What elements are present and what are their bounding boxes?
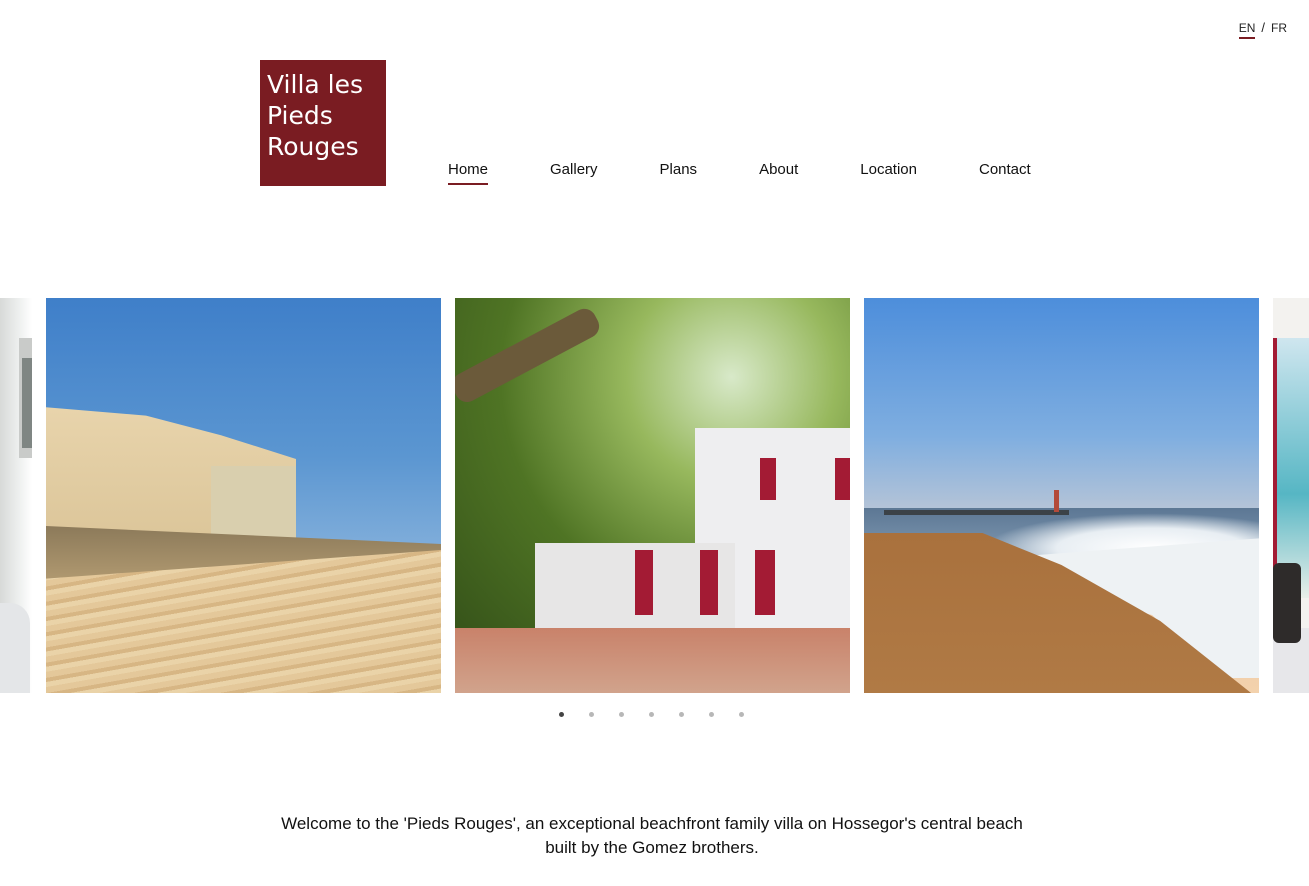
carousel-dot-5[interactable] bbox=[679, 712, 684, 717]
logo-line-3: Rouges bbox=[267, 132, 359, 161]
villa-building-far bbox=[211, 466, 296, 546]
logo-line-2: Pieds bbox=[267, 101, 333, 130]
main-nav: Home Gallery Plans About Location Contac… bbox=[448, 161, 1031, 185]
lang-en-link[interactable]: EN bbox=[1238, 21, 1256, 39]
lang-separator: / bbox=[1261, 20, 1265, 35]
terrace-floor bbox=[455, 628, 850, 693]
carousel-slide-living-room-partial[interactable] bbox=[1273, 298, 1309, 693]
lighthouse bbox=[1054, 490, 1059, 512]
carousel-dot-7[interactable] bbox=[739, 712, 744, 717]
carousel-dot-2[interactable] bbox=[589, 712, 594, 717]
carousel-pagination bbox=[559, 712, 769, 717]
carousel-dot-4[interactable] bbox=[649, 712, 654, 717]
welcome-text: Welcome to the 'Pieds Rouges', an except… bbox=[281, 814, 1023, 857]
nav-gallery[interactable]: Gallery bbox=[550, 161, 598, 185]
window-sea-view bbox=[1273, 338, 1309, 598]
lang-fr-link[interactable]: FR bbox=[1271, 21, 1287, 37]
logo-line-1: Villa les bbox=[267, 70, 364, 99]
language-switcher: EN / FR bbox=[1238, 20, 1287, 39]
pier bbox=[884, 510, 1069, 515]
red-shutter bbox=[760, 458, 776, 500]
red-shutter bbox=[835, 458, 850, 500]
nav-home[interactable]: Home bbox=[448, 161, 489, 185]
carousel-slide-bedroom-partial[interactable] bbox=[0, 298, 32, 693]
red-shutter bbox=[700, 550, 718, 615]
red-shutter bbox=[635, 550, 653, 615]
wicker-chair bbox=[1273, 563, 1301, 643]
carousel-slide-beach-sunset[interactable] bbox=[864, 298, 1259, 693]
carousel-dot-1[interactable] bbox=[559, 712, 564, 717]
carousel-slide-garden-terrace[interactable] bbox=[455, 298, 850, 693]
carousel-dot-6[interactable] bbox=[709, 712, 714, 717]
nav-contact[interactable]: Contact bbox=[979, 161, 1031, 185]
window-glass bbox=[22, 358, 32, 448]
carousel-slide-beach-villas[interactable] bbox=[46, 298, 441, 693]
bed-pillow bbox=[0, 603, 30, 693]
nav-plans[interactable]: Plans bbox=[660, 161, 698, 185]
carousel-dot-3[interactable] bbox=[619, 712, 624, 717]
site-logo[interactable]: Villa les Pieds Rouges bbox=[260, 60, 386, 186]
red-shutter bbox=[755, 550, 775, 615]
nav-about[interactable]: About bbox=[759, 161, 798, 185]
welcome-section: Welcome to the 'Pieds Rouges', an except… bbox=[0, 812, 1309, 860]
nav-location[interactable]: Location bbox=[860, 161, 917, 185]
